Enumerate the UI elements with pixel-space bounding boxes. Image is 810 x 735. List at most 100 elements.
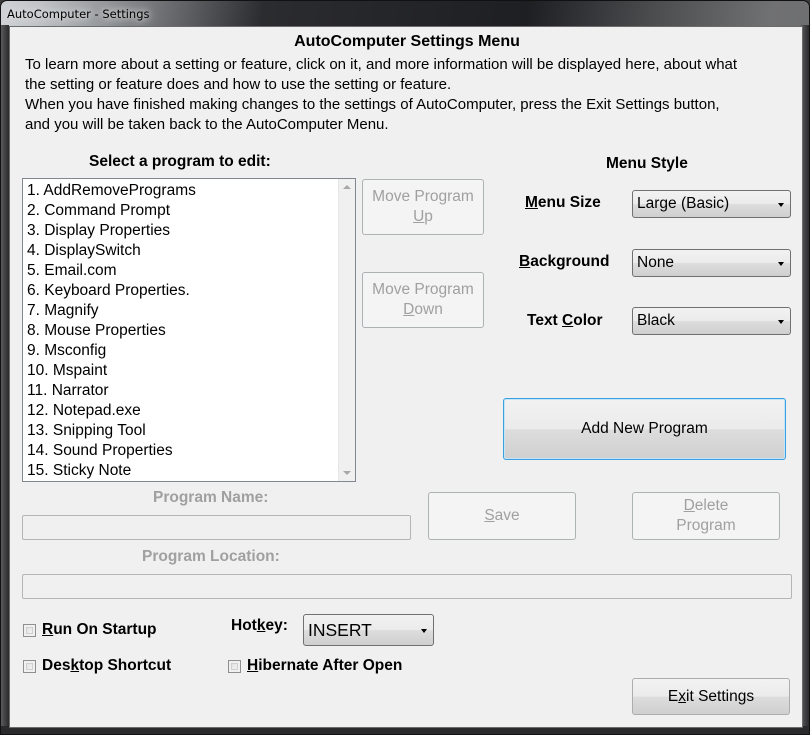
save-button[interactable]: Save	[428, 492, 576, 540]
accelerator-key: S	[484, 507, 495, 524]
list-item[interactable]: 7. Magnify	[27, 301, 196, 321]
list-item[interactable]: 11. Narrator	[27, 381, 196, 401]
button-label: Up	[413, 207, 433, 227]
button-label: Move Program	[372, 281, 474, 298]
add-new-program-button[interactable]: Add New Program	[503, 398, 786, 460]
scroll-down-arrow-icon[interactable]	[343, 471, 351, 475]
button-label-rest: own	[414, 301, 443, 318]
button-label: Move Program	[372, 188, 474, 205]
menu-size-dropdown[interactable]: Large (Basic)	[632, 190, 791, 218]
list-item[interactable]: 1. AddRemovePrograms	[27, 181, 196, 201]
list-item[interactable]: 2. Command Prompt	[27, 201, 196, 221]
program-list-items: 1. AddRemovePrograms 2. Command Prompt 3…	[27, 181, 196, 481]
button-label-rest: ave	[494, 507, 520, 524]
program-list-label: Select a program to edit:	[89, 153, 271, 170]
title-bar[interactable]: AutoComputer - Settings	[1, 1, 809, 27]
accelerator-key: R	[42, 621, 54, 638]
run-on-startup-checkbox[interactable]	[23, 624, 36, 637]
label-rest: enu Size	[537, 194, 601, 211]
label-pre: Des	[42, 657, 71, 674]
accelerator-key: C	[562, 312, 574, 329]
hibernate-after-open-checkbox[interactable]	[228, 660, 241, 673]
accelerator-key: H	[247, 657, 259, 674]
hibernate-after-open-label[interactable]: Hibernate After Open	[247, 657, 402, 675]
program-listbox[interactable]: 1. AddRemovePrograms 2. Command Prompt 3…	[22, 178, 356, 482]
accelerator-key: M	[525, 194, 538, 211]
info-line: When you have finished making changes to…	[25, 96, 720, 113]
list-item[interactable]: 15. Sticky Note	[27, 461, 196, 481]
hotkey-label: Hotkey:	[231, 617, 288, 635]
program-location-label: Program Location:	[142, 548, 280, 565]
move-program-down-button[interactable]: Move Program Down	[362, 272, 484, 328]
chevron-down-icon	[778, 320, 784, 324]
info-line: and you will be taken back to the AutoCo…	[25, 116, 389, 133]
chevron-down-icon	[421, 629, 427, 633]
label-pre: E	[667, 687, 679, 705]
list-item[interactable]: 5. Email.com	[27, 261, 196, 281]
page-title: AutoComputer Settings Menu	[294, 33, 520, 50]
label-rest: top Shortcut	[79, 657, 172, 674]
button-label-rest: p	[424, 208, 433, 225]
accelerator-key: x	[678, 687, 687, 705]
button-label: Save	[484, 506, 519, 526]
program-name-input[interactable]	[22, 515, 411, 540]
scroll-up-arrow-icon[interactable]	[343, 185, 351, 189]
info-line: To learn more about a setting or feature…	[25, 56, 738, 73]
selected-value: Large (Basic)	[637, 195, 730, 212]
accelerator-key: D	[683, 497, 695, 514]
list-item[interactable]: 4. DisplaySwitch	[27, 241, 196, 261]
desktop-shortcut-checkbox[interactable]	[23, 660, 36, 673]
label-rest: un On Startup	[53, 621, 157, 638]
selected-value: Black	[637, 312, 675, 329]
button-label: Delete	[684, 496, 729, 516]
info-line: the setting or feature does and how to u…	[25, 76, 452, 93]
button-label: Add New Program	[581, 420, 708, 437]
label-rest: ey:	[265, 617, 288, 634]
exit-settings-button[interactable]: Exit Settings	[632, 678, 790, 715]
move-program-up-button[interactable]: Move Program Up	[362, 179, 484, 235]
button-label-rest: elete	[694, 497, 729, 514]
list-item[interactable]: 6. Keyboard Properties.	[27, 281, 196, 301]
window-title: AutoComputer - Settings	[7, 7, 150, 21]
label-pre: Hot	[231, 617, 257, 634]
menu-style-heading: Menu Style	[606, 155, 688, 172]
accelerator-key: D	[403, 301, 415, 318]
list-item[interactable]: 10. Mspaint	[27, 361, 196, 381]
selected-value: INSERT	[308, 620, 372, 640]
accelerator-key: B	[519, 253, 531, 270]
chevron-down-icon	[778, 262, 784, 266]
button-label: Exit Settings	[668, 687, 754, 707]
text-color-label: Text Color	[527, 312, 603, 330]
delete-program-button[interactable]: Delete Program	[632, 492, 780, 540]
button-label: Program	[676, 517, 736, 534]
list-scrollbar[interactable]	[338, 179, 355, 481]
label-rest: ibernate After Open	[258, 657, 403, 674]
list-item[interactable]: 12. Notepad.exe	[27, 401, 196, 421]
window-frame-left	[1, 25, 9, 734]
button-label: Down	[403, 300, 443, 320]
button-label-rest: it Settings	[686, 687, 755, 705]
background-dropdown[interactable]: None	[632, 249, 791, 277]
menu-size-label: Menu Size	[525, 194, 601, 212]
chevron-down-icon	[778, 203, 784, 207]
background-label: Background	[519, 253, 609, 271]
client-area: AutoComputer Settings Menu To learn more…	[9, 26, 803, 728]
label-rest: olor	[573, 312, 603, 329]
text-color-dropdown[interactable]: Black	[632, 307, 791, 335]
accelerator-key: U	[413, 208, 425, 225]
desktop-shortcut-label[interactable]: Desktop Shortcut	[42, 657, 171, 675]
run-on-startup-label[interactable]: Run On Startup	[42, 621, 157, 639]
list-item[interactable]: 8. Mouse Properties	[27, 321, 196, 341]
accelerator-key: k	[70, 657, 80, 674]
list-item[interactable]: 3. Display Properties	[27, 221, 196, 241]
program-location-input[interactable]	[22, 574, 792, 599]
label-pre: Text	[527, 312, 563, 329]
label-rest: ackground	[530, 253, 610, 270]
hotkey-dropdown[interactable]: INSERT	[303, 614, 434, 646]
list-item[interactable]: 9. Msconfig	[27, 341, 196, 361]
info-text: To learn more about a setting or feature…	[25, 55, 795, 135]
list-item[interactable]: 13. Snipping Tool	[27, 421, 196, 441]
list-item[interactable]: 14. Sound Properties	[27, 441, 196, 461]
program-name-label: Program Name:	[153, 489, 269, 506]
selected-value: None	[637, 254, 675, 271]
